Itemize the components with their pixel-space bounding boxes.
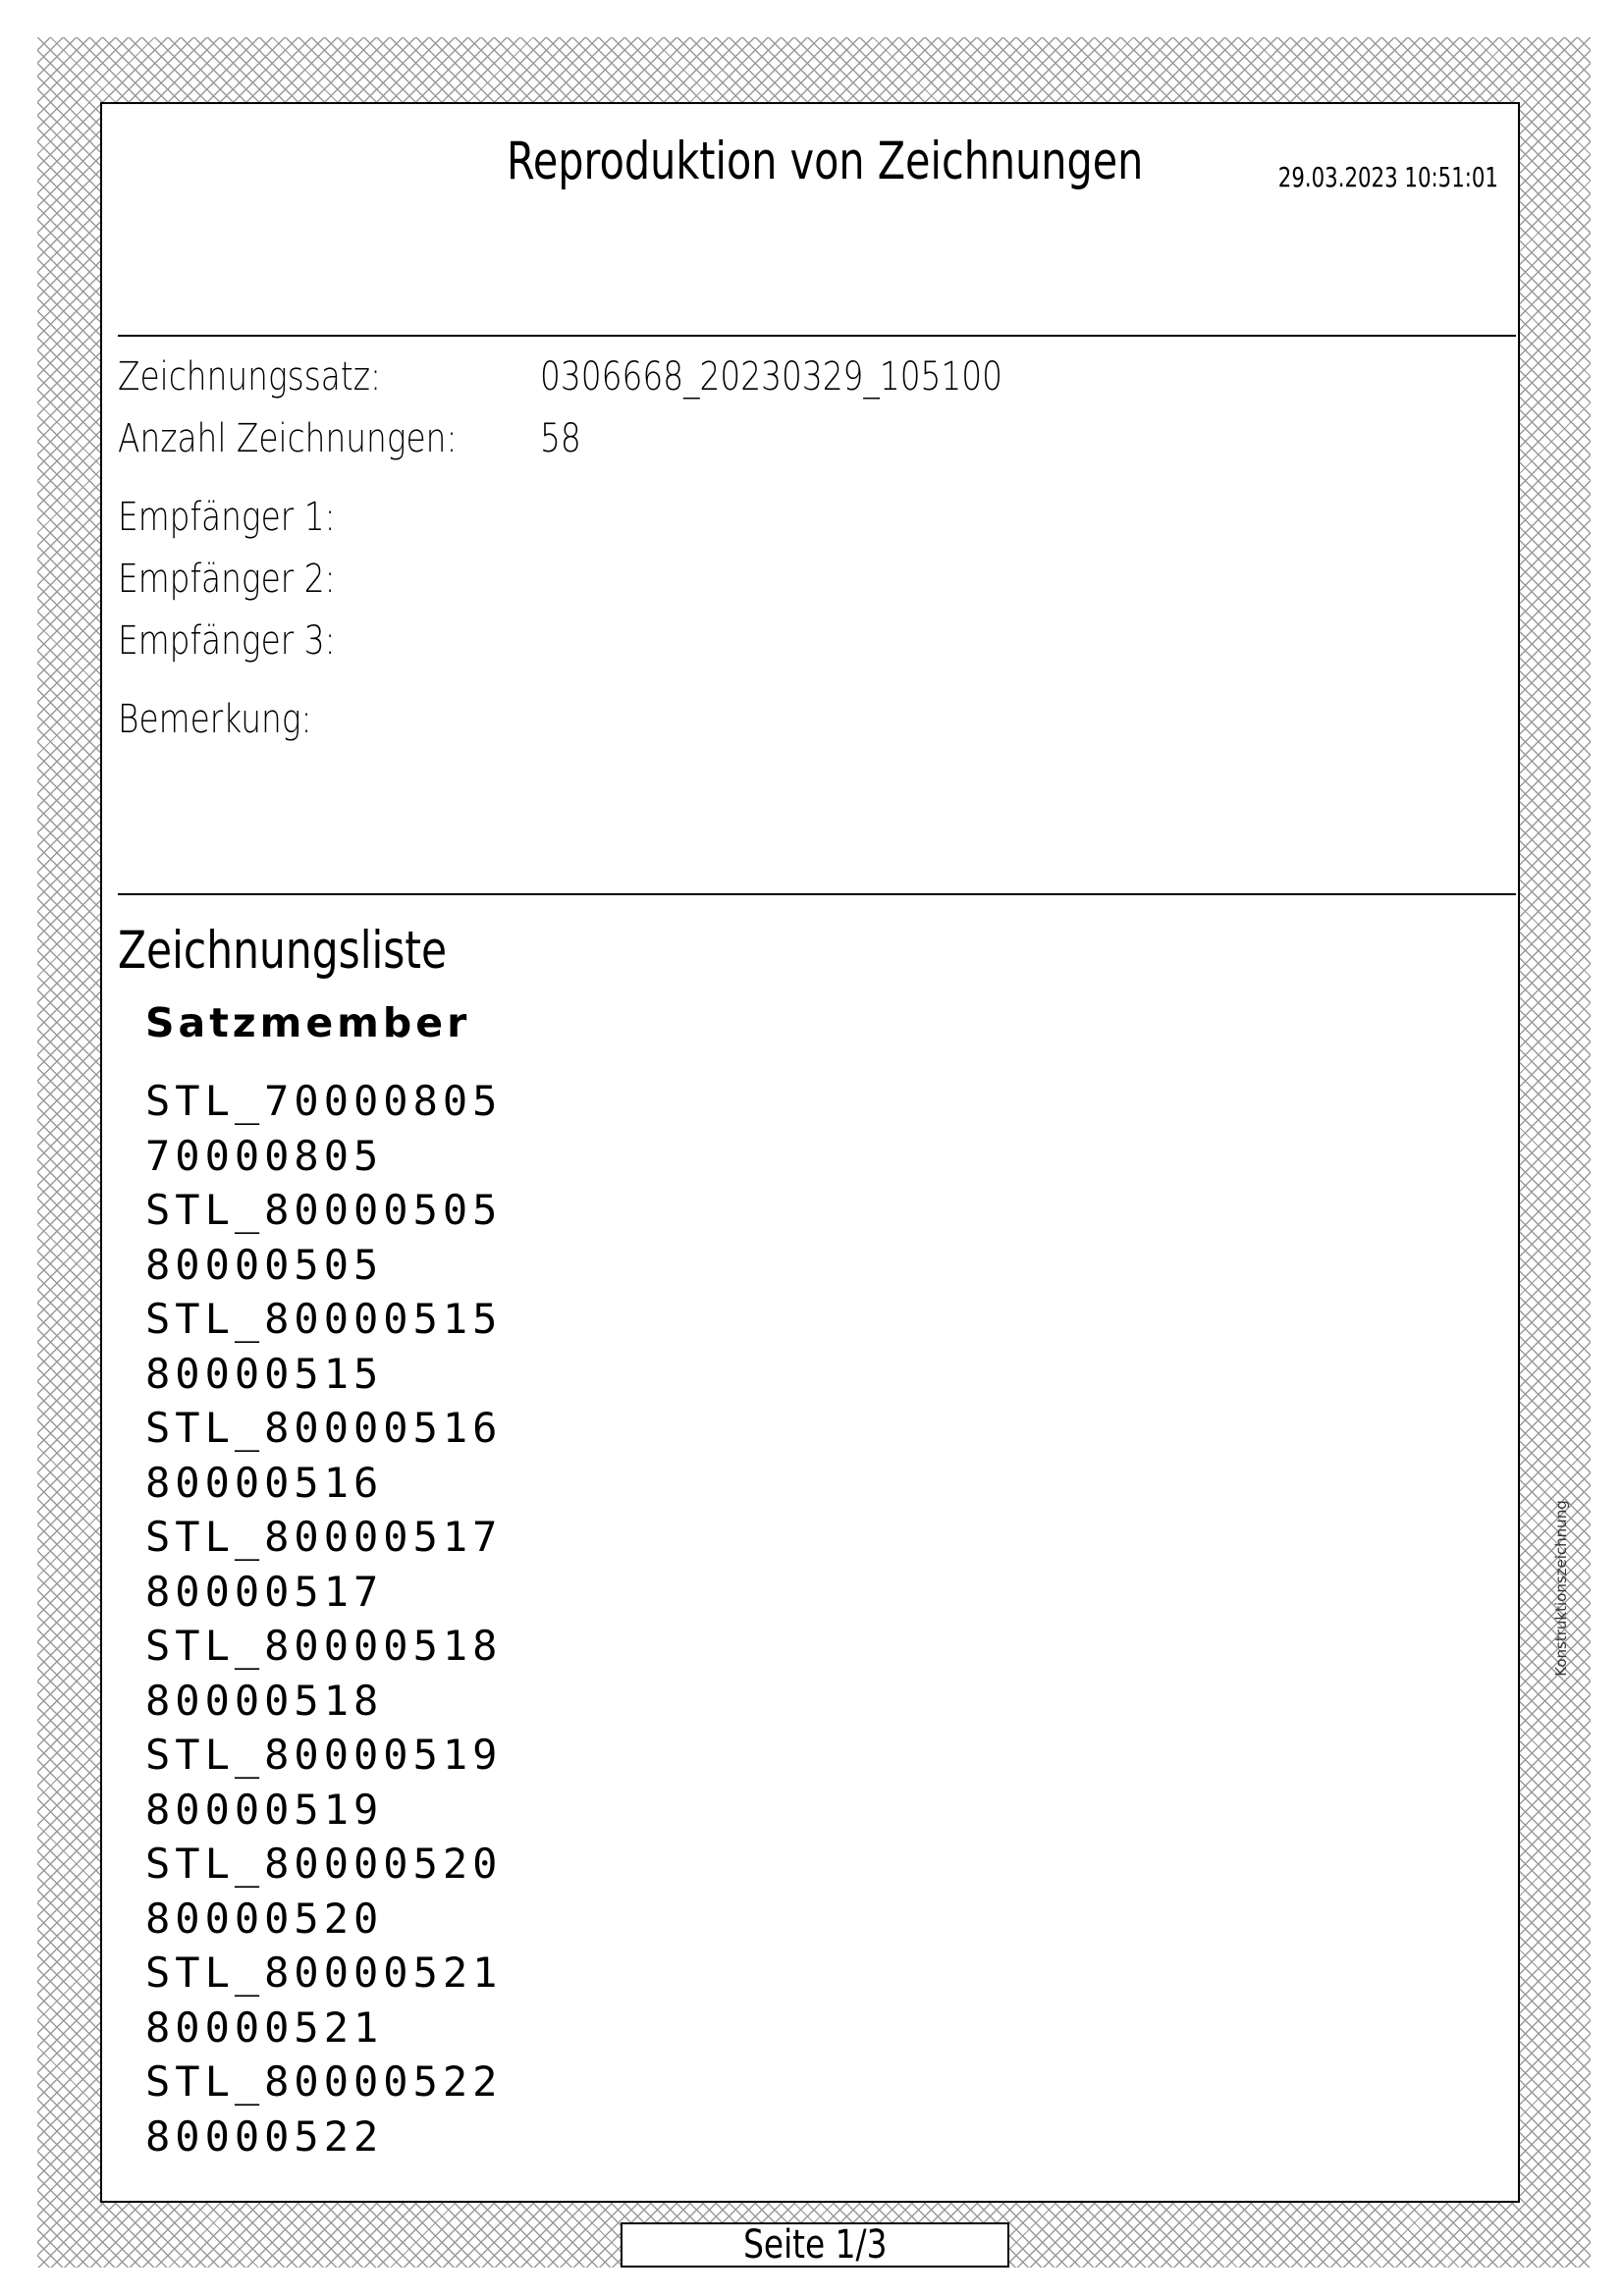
list-item: 80000516 xyxy=(145,1458,384,1507)
drawing-count-value: 58 xyxy=(540,416,581,461)
list-item: 80000520 xyxy=(145,1894,384,1943)
recipient-2-label: Empfänger 2: xyxy=(118,557,336,602)
column-header: Satzmember xyxy=(145,999,471,1046)
drawing-list: STL_70000805 70000805 STL_80000505 80000… xyxy=(145,1076,502,2165)
recipient-3-label: Empfänger 3: xyxy=(118,618,336,664)
page-number-box: Seite 1/3 xyxy=(621,2222,1009,2268)
drawing-sheet: Reproduktion von Zeichnungen 29.03.2023 … xyxy=(100,102,1520,2203)
list-item: STL_80000515 xyxy=(145,1295,503,1343)
list-item: 80000518 xyxy=(145,1676,384,1725)
list-item: 80000505 xyxy=(145,1240,384,1289)
list-item: STL_70000805 xyxy=(145,1077,503,1125)
drawing-set-value: 0306668_20230329_105100 xyxy=(540,354,1003,400)
drawing-count-label: Anzahl Zeichnungen: xyxy=(118,416,458,461)
list-item: STL_80000521 xyxy=(145,1949,503,1997)
recipient-1-label: Empfänger 1: xyxy=(118,495,336,540)
list-item: 80000515 xyxy=(145,1349,384,1398)
drawing-set-label: Zeichnungssatz: xyxy=(118,354,382,400)
list-item: 80000519 xyxy=(145,1785,384,1834)
divider-top xyxy=(118,335,1516,337)
timestamp: 29.03.2023 10:51:01 xyxy=(1277,161,1498,193)
page-number: Seite 1/3 xyxy=(742,2222,888,2268)
list-item: 70000805 xyxy=(145,1131,384,1180)
list-item: STL_80000518 xyxy=(145,1622,503,1670)
list-item: STL_80000516 xyxy=(145,1404,503,1452)
remark-label: Bemerkung: xyxy=(118,697,312,742)
list-item: 80000522 xyxy=(145,2111,384,2161)
side-label: Konstruktionszeichnung xyxy=(1552,1500,1570,1677)
list-item: STL_80000517 xyxy=(145,1513,503,1561)
list-item: STL_80000505 xyxy=(145,1186,503,1234)
list-item: 80000521 xyxy=(145,2002,384,2052)
list-item: STL_80000519 xyxy=(145,1731,503,1779)
list-item: STL_80000522 xyxy=(145,2057,503,2106)
drawing-list-title: Zeichnungsliste xyxy=(118,921,448,981)
document-title: Reproduktion von Zeichnungen xyxy=(507,132,1144,191)
divider-bottom xyxy=(118,893,1516,895)
list-item: STL_80000520 xyxy=(145,1840,503,1888)
list-item: 80000517 xyxy=(145,1567,384,1616)
